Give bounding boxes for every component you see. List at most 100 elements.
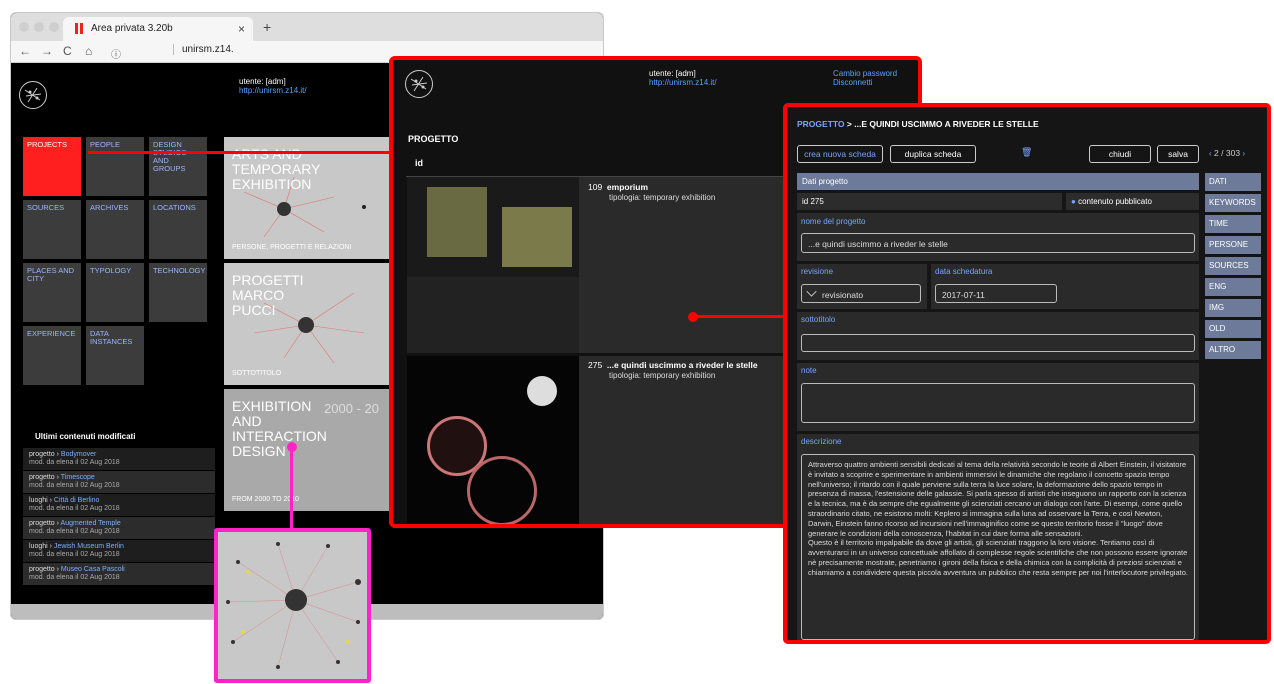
recent-link[interactable]: Augmented Temple <box>61 520 121 527</box>
card-exhibition-interaction[interactable]: 2000 - 20 EXHIBITION AND INTERACTION DES… <box>224 389 394 511</box>
grid-projects[interactable]: PROJECTS <box>23 137 81 196</box>
forward-icon[interactable]: → <box>41 44 53 58</box>
name-field[interactable]: ...e quindi uscimmo a riveder le stelle <box>801 233 1195 253</box>
duplicate-record-button[interactable]: duplica scheda <box>890 145 976 163</box>
composite-screenshot: Area privata 3.20b × + ← → C ⌂ ⓘ unirsm.… <box>0 0 1274 684</box>
close-button[interactable]: chiudi <box>1089 145 1151 163</box>
row-name[interactable]: ...e quindi uscimmo a riveder le stelle <box>607 360 758 370</box>
recent-meta: mod. da elena il 02 Aug 2018 <box>29 459 120 466</box>
connector-line <box>694 315 786 318</box>
name-section: nome del progetto ...e quindi uscimmo a … <box>797 213 1199 261</box>
grid-locations[interactable]: LOCATIONS <box>149 200 207 259</box>
notes-field[interactable] <box>801 383 1195 423</box>
connector-line <box>88 151 390 154</box>
project-thumbnail <box>407 177 579 353</box>
recent-item[interactable]: luoghi › Città di Berlino mod. da elena i… <box>23 494 215 516</box>
grid-sources[interactable]: SOURCES <box>23 200 81 259</box>
grid-people[interactable]: PEOPLE <box>86 137 144 196</box>
reload-icon[interactable]: C <box>63 44 72 58</box>
row-id: 109 <box>588 182 603 192</box>
prev-record-icon[interactable]: ‹ <box>1209 149 1212 158</box>
recent-list: progetto › Bodymover mod. da elena il 02 … <box>23 448 215 586</box>
id-column-header[interactable]: id <box>415 158 423 168</box>
close-window-dot[interactable] <box>19 22 29 32</box>
recent-type: luoghi <box>29 497 48 504</box>
grid-typology[interactable]: TYPOLOGY <box>86 263 144 322</box>
description-field[interactable]: Attraverso quattro ambienti sensibili de… <box>801 454 1195 640</box>
recent-meta: mod. da elena il 02 Aug 2018 <box>29 528 120 535</box>
grid-places-and-city[interactable]: PLACES AND CITY <box>23 263 81 322</box>
site-link[interactable]: http://unirsm.z14.it/ <box>239 86 307 95</box>
record-id: id 275 <box>797 193 1062 210</box>
side-tab[interactable]: DATI <box>1205 173 1261 191</box>
grid-data-instances[interactable]: DATA INSTANCES <box>86 326 144 385</box>
subtitle-field[interactable] <box>801 334 1195 352</box>
side-tab[interactable]: IMG <box>1205 299 1261 317</box>
recent-item[interactable]: progetto › Augmented Temple mod. da elena… <box>23 517 215 539</box>
new-record-button[interactable]: crea nuova scheda <box>797 145 883 163</box>
recent-item[interactable]: progetto › Timescope mod. da elena il 02 … <box>23 471 215 493</box>
side-tab[interactable]: KEYWORDS <box>1205 194 1261 212</box>
row-name[interactable]: emporium <box>607 182 648 192</box>
change-password-link[interactable]: Cambio password <box>833 69 897 78</box>
site-logo-icon[interactable] <box>405 70 433 98</box>
back-icon[interactable]: ← <box>19 44 31 58</box>
grid-experience[interactable]: EXPERIENCE <box>23 326 81 385</box>
published-label: contenuto pubblicato <box>1078 197 1152 206</box>
recent-meta: mod. da elena il 02 Aug 2018 <box>29 482 120 489</box>
name-label: nome del progetto <box>801 217 866 226</box>
logout-link[interactable]: Disconnetti <box>833 78 873 87</box>
recent-item[interactable]: luoghi › Jewish Museum Berlin mod. da ele… <box>23 540 215 562</box>
site-logo-icon[interactable] <box>19 81 47 109</box>
minimize-window-dot[interactable] <box>34 22 44 32</box>
date-label: data schedatura <box>935 267 993 276</box>
address-bar[interactable]: unirsm.z14. <box>173 44 234 55</box>
recent-item[interactable]: progetto › Museo Casa Pascoli mod. da ele… <box>23 563 215 585</box>
card-arts-exhibition[interactable]: ARTS AND TEMPORARY EXHIBITION PERSONE, P… <box>224 137 394 259</box>
thumbnail-image <box>502 207 572 267</box>
card-title: EXHIBITION AND INTERACTION DESIGN <box>232 398 327 459</box>
home-icon[interactable]: ⌂ <box>85 44 92 58</box>
breadcrumb-root[interactable]: PROGETTO <box>797 119 845 129</box>
side-tab[interactable]: ENG <box>1205 278 1261 296</box>
card-year: 2000 - 20 <box>324 401 379 416</box>
thumbnail-image <box>427 187 487 257</box>
recent-type: progetto <box>29 566 55 573</box>
notes-label: note <box>801 366 817 375</box>
row-id: 275 <box>588 360 603 370</box>
side-tab[interactable]: ALTRO <box>1205 341 1261 359</box>
side-tab[interactable]: TIME <box>1205 215 1261 233</box>
thumbnail-image <box>407 277 579 353</box>
browser-tab[interactable]: Area privata 3.20b × <box>63 17 253 41</box>
recent-link[interactable]: Timescope <box>61 474 95 481</box>
recent-link[interactable]: Museo Casa Pascoli <box>61 566 125 573</box>
maximize-window-dot[interactable] <box>49 22 59 32</box>
recent-item[interactable]: progetto › Bodymover mod. da elena il 02 … <box>23 448 215 470</box>
save-button[interactable]: salva <box>1157 145 1199 163</box>
recent-type: progetto <box>29 451 55 458</box>
card-progetti-marco-pucci[interactable]: PROGETTI MARCO PUCCI SOTTOTITOLO <box>224 263 394 385</box>
date-field[interactable]: 2017-07-11 <box>935 284 1057 303</box>
tab-title: Area privata 3.20b <box>91 23 173 34</box>
info-icon[interactable]: ⓘ <box>111 46 121 61</box>
side-tab[interactable]: SOURCES <box>1205 257 1261 275</box>
next-record-icon[interactable]: › <box>1242 149 1245 158</box>
recent-link[interactable]: Jewish Museum Berlin <box>54 543 124 550</box>
date-section: data schedatura 2017-07-11 <box>931 264 1199 309</box>
graph-zoom-popup <box>214 528 371 683</box>
recent-link[interactable]: Bodymover <box>61 451 96 458</box>
revision-select[interactable]: revisionato <box>801 284 921 303</box>
trash-icon[interactable]: 🗑 <box>1021 147 1032 158</box>
published-status[interactable]: ● contenuto pubblicato <box>1066 193 1199 210</box>
breadcrumb-separator: > <box>844 119 855 129</box>
grid-design-studios[interactable]: DESIGN STUDIOS AND GROUPS <box>149 137 207 196</box>
grid-technology[interactable]: TECHNOLOGY <box>149 263 207 322</box>
side-tab[interactable]: PERSONE <box>1205 236 1261 254</box>
site-link[interactable]: http://unirsm.z14.it/ <box>649 78 717 87</box>
side-tab[interactable]: OLD <box>1205 320 1261 338</box>
recent-link[interactable]: Città di Berlino <box>54 497 100 504</box>
new-tab-icon[interactable]: + <box>263 19 271 35</box>
published-icon: ● <box>1071 197 1076 206</box>
grid-archives[interactable]: ARCHIVES <box>86 200 144 259</box>
close-tab-icon[interactable]: × <box>238 22 245 36</box>
